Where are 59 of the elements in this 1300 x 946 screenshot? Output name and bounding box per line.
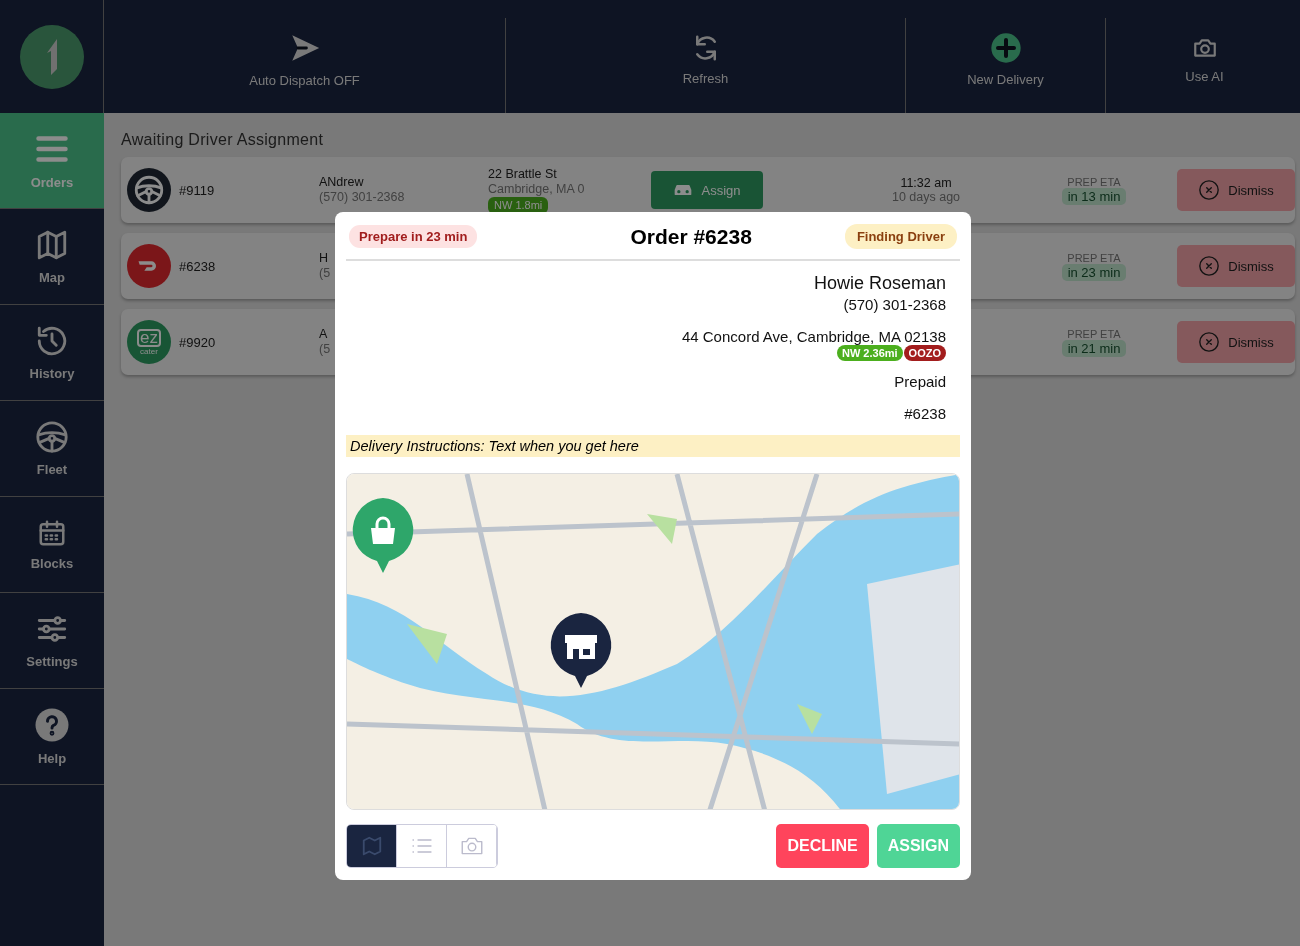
tag-badge: OOZO bbox=[903, 345, 946, 361]
street-address: 22 Brattle St bbox=[488, 166, 557, 182]
delivery-address: 44 Concord Ave, Cambridge, MA 02138 bbox=[681, 327, 946, 347]
plus-icon bbox=[989, 31, 1022, 64]
sidebar-item[interactable]: Settings bbox=[0, 593, 104, 689]
toolbar-button[interactable]: New Delivery bbox=[906, 18, 1106, 113]
decline-button[interactable]: DECLINE bbox=[776, 824, 869, 868]
toolbar-button[interactable]: Auto Dispatch OFF bbox=[104, 18, 506, 113]
history-icon bbox=[35, 324, 69, 358]
close-icon bbox=[1198, 179, 1221, 201]
steering-wheel-icon bbox=[35, 420, 69, 454]
close-icon bbox=[1198, 255, 1221, 277]
customer-name: A bbox=[319, 327, 328, 342]
status-badge: Finding Driver bbox=[844, 224, 957, 249]
toolbar-button[interactable]: Use AI bbox=[1106, 18, 1300, 113]
city-text: Cambridge, MA 0 bbox=[488, 181, 585, 197]
map-icon bbox=[35, 228, 69, 262]
dialog-title: Order #6238 bbox=[630, 224, 752, 249]
close-icon bbox=[1198, 331, 1221, 353]
customer-phone: (570) 301-2368 bbox=[319, 190, 405, 205]
eta-label: PREP ETA bbox=[1067, 251, 1121, 264]
dismiss-button[interactable]: Dismiss bbox=[1177, 321, 1295, 363]
view-tab[interactable] bbox=[347, 825, 397, 867]
order-number: #9920 bbox=[179, 334, 217, 350]
dismiss-button[interactable]: Dismiss bbox=[1177, 245, 1295, 287]
customer-name: H bbox=[319, 251, 329, 266]
eta-label: PREP ETA bbox=[1067, 327, 1121, 340]
eta-label: PREP ETA bbox=[1067, 175, 1121, 188]
customer-phone: (5 bbox=[319, 342, 331, 357]
sidebar-item[interactable]: Blocks bbox=[0, 497, 104, 593]
time-ago: 10 days ago bbox=[891, 190, 961, 204]
delivery-instructions: Delivery Instructions: Text when you get here bbox=[346, 435, 960, 457]
eta-badge: in 21 min bbox=[1061, 339, 1127, 357]
customer-name: ANdrew bbox=[319, 175, 364, 190]
eta-badge: in 23 min bbox=[1061, 263, 1127, 281]
section-heading: Awaiting Driver Assignment bbox=[121, 131, 325, 149]
order-time: 11:32 am bbox=[900, 176, 952, 190]
sidebar-item[interactable]: Map bbox=[0, 209, 104, 305]
sidebar-item[interactable]: Fleet bbox=[0, 401, 104, 497]
dismiss-button[interactable]: Dismiss bbox=[1177, 169, 1295, 211]
calendar-icon bbox=[37, 518, 67, 548]
toolbar-button[interactable]: Refresh bbox=[506, 18, 906, 113]
sidebar-item[interactable]: Help bbox=[0, 689, 104, 785]
order-reference: #6238 bbox=[904, 404, 946, 424]
customer-phone: (5 bbox=[319, 266, 331, 281]
assign-button[interactable]: Assign bbox=[651, 171, 763, 209]
customer-phone: (570) 301-2368 bbox=[843, 295, 946, 315]
ezcater-logo: ez cater bbox=[127, 320, 171, 364]
order-number: #6238 bbox=[179, 258, 217, 274]
tag-badge: NW 2.36mi bbox=[836, 345, 903, 361]
eta-badge: in 13 min bbox=[1061, 187, 1127, 205]
payment-status: Prepaid bbox=[894, 372, 946, 392]
prep-time-badge: Prepare in 23 min bbox=[349, 225, 478, 248]
customer-name: Howie Roseman bbox=[813, 272, 946, 294]
map-icon bbox=[360, 835, 383, 857]
help-icon bbox=[34, 707, 70, 743]
sidebar-item[interactable]: History bbox=[0, 305, 104, 401]
order-card[interactable]: #9119 ANdrew (570) 301-2368 22 Brattle St Cambridge, MA 0 NW 1.8mi Assign 11:32 am 10 days ago PREP ETA in 13 min Dismiss bbox=[121, 157, 1295, 223]
order-number: #9119 bbox=[179, 182, 216, 198]
